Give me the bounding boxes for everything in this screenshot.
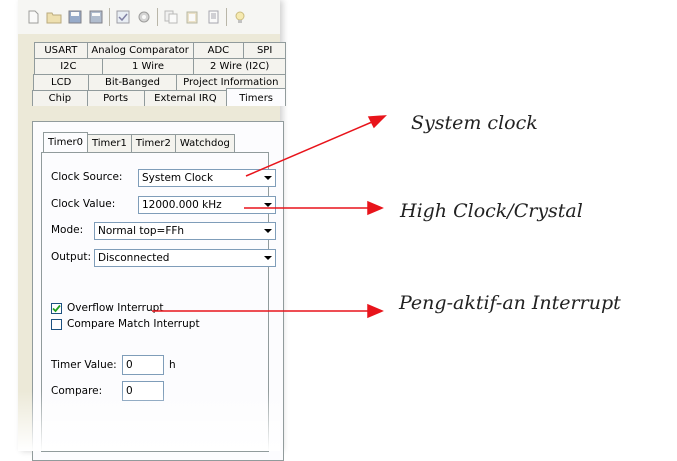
tab-timers[interactable]: Timers <box>226 88 286 106</box>
annotation-system-clock: System clock <box>411 112 538 134</box>
annotation-high-clock: High Clock/Crystal <box>400 200 583 222</box>
arrowhead-high-clock <box>367 200 384 216</box>
tab-timer0[interactable]: Timer0 <box>43 132 88 152</box>
annotation-interrupt: Peng-aktif-an Interrupt <box>399 292 621 314</box>
arrowhead-interrupt <box>367 303 384 319</box>
arrow-system-clock <box>245 121 373 177</box>
arrowhead-system-clock <box>367 115 387 129</box>
annotation-arrows <box>152 115 387 319</box>
